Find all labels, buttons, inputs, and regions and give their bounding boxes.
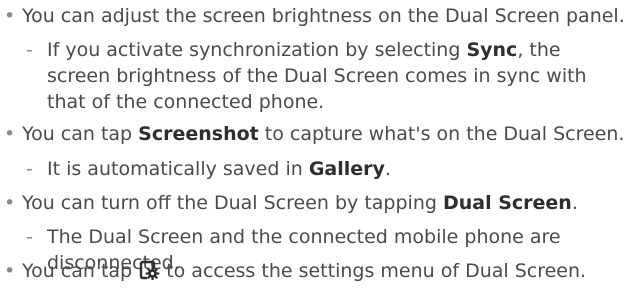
bullet-marker: • <box>4 192 16 214</box>
gallery-term: Gallery <box>308 158 385 180</box>
sub-item-text: It is automatically saved in Gallery. <box>47 158 391 180</box>
bullet-marker: • <box>4 123 16 145</box>
sub-item-text: If you activate synchronization by selec… <box>47 39 587 113</box>
dual-screen-term: Dual Screen <box>442 192 572 214</box>
dash-marker: - <box>26 39 33 61</box>
bullet-marker: • <box>4 260 16 282</box>
bullet-text: You can adjust the screen brightness on … <box>22 5 625 27</box>
bullet-marker: • <box>4 5 16 27</box>
bullet-text: You can turn off the Dual Screen by tapp… <box>22 192 578 214</box>
dual-screen-settings-icon <box>138 260 160 281</box>
dash-marker: - <box>26 226 33 248</box>
screenshot-term: Screenshot <box>138 123 259 145</box>
instruction-list: • You can adjust the screen brightness o… <box>0 0 632 288</box>
dash-marker: - <box>26 158 33 180</box>
bullet-text: You can tap Screenshot to capture what's… <box>22 123 625 145</box>
sync-term: Sync <box>466 39 518 61</box>
bullet-text: You can tap to access the settings menu … <box>22 260 587 282</box>
